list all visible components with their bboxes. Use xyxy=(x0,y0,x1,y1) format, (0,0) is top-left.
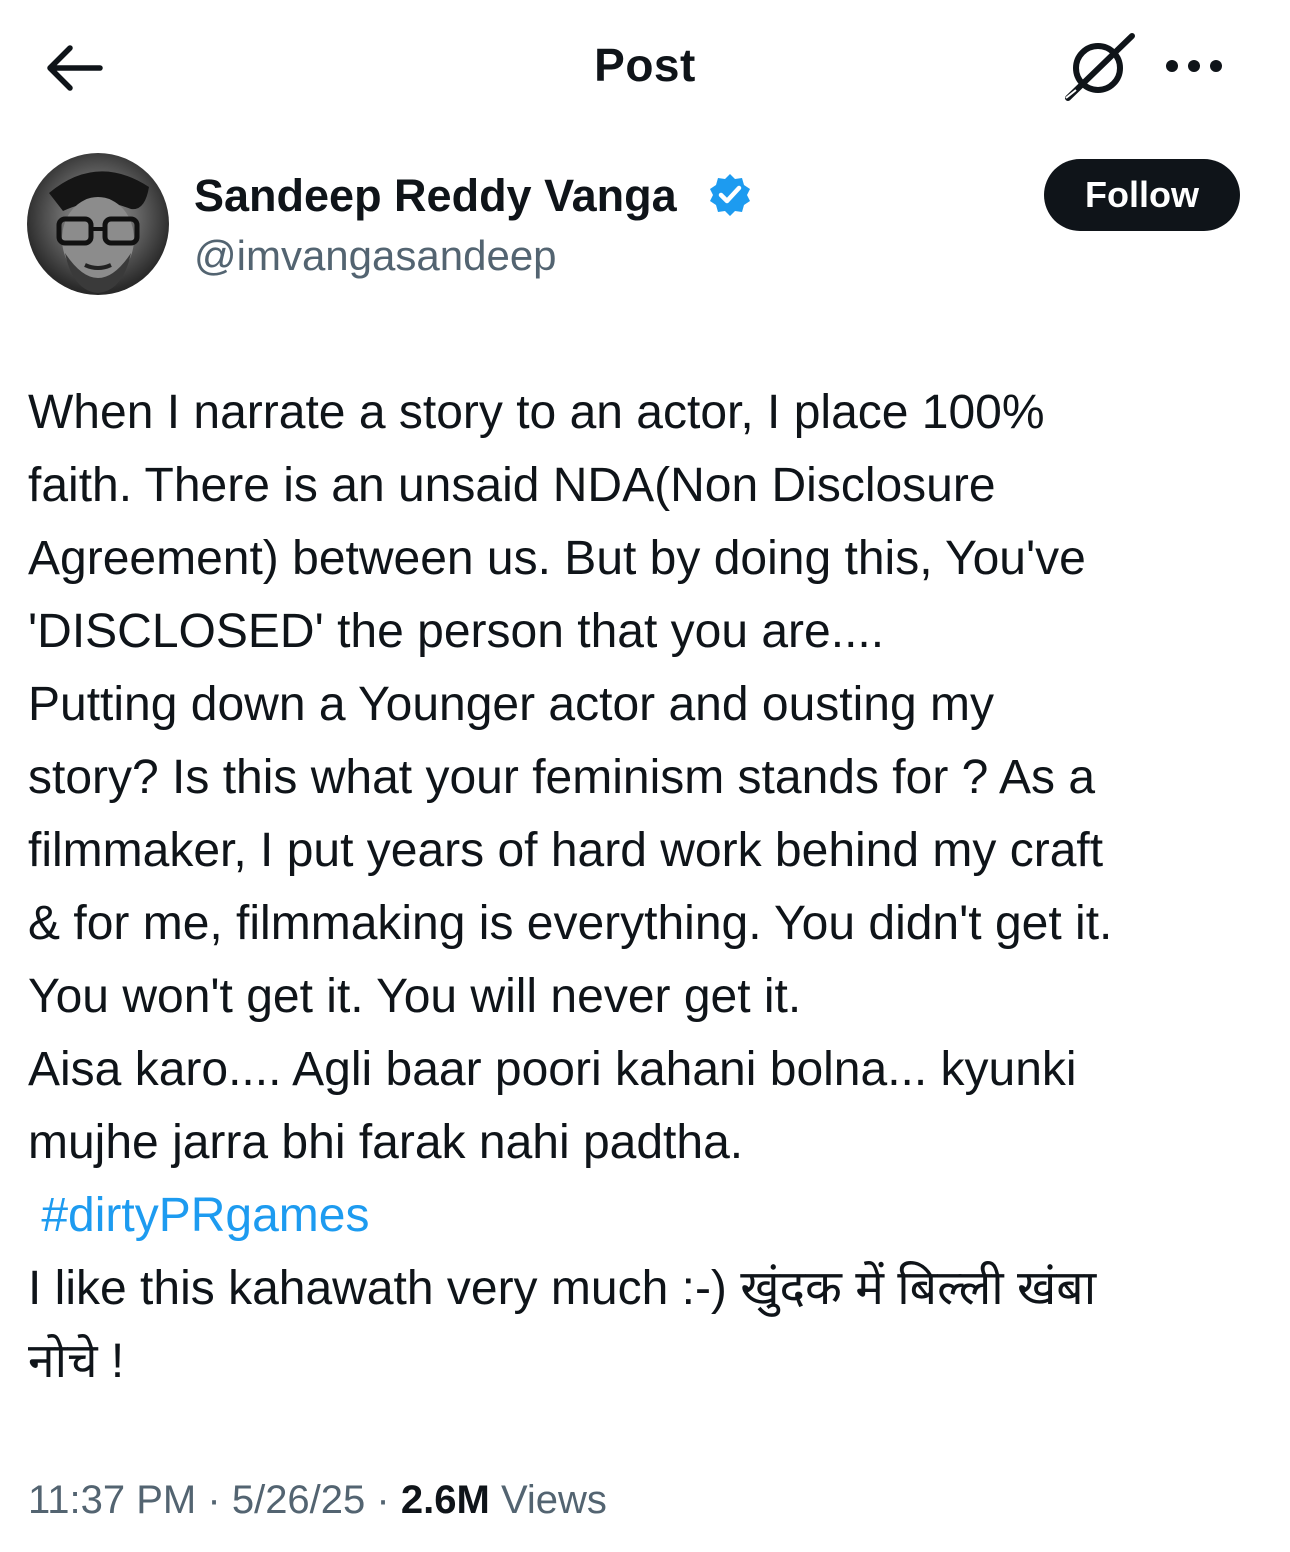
hashtag-link[interactable]: #dirtyPRgames xyxy=(41,1189,369,1242)
tweet-line: Aisa karo.... Agli baar poori kahani bol… xyxy=(28,1043,1077,1096)
author-handle[interactable]: @imvangasandeep xyxy=(194,232,557,280)
more-horizontal-icon xyxy=(1166,60,1222,72)
tweet-line: Agreement) between us. But by doing this… xyxy=(28,532,1086,585)
tweet-line: When I narrate a story to an actor, I pl… xyxy=(28,386,1045,439)
tweet-line: Putting down a Younger actor and ousting… xyxy=(28,678,994,731)
profile-photo-icon xyxy=(49,171,149,293)
grok-button[interactable] xyxy=(1062,32,1138,102)
tweet-line: filmmaker, I put years of hard work behi… xyxy=(28,824,1104,877)
tweet-text: When I narrate a story to an actor, I pl… xyxy=(28,376,1278,1398)
hashtag-line: #dirtyPRgames xyxy=(28,1179,1278,1252)
views-count: 2.6M xyxy=(400,1478,490,1522)
verified-badge-icon xyxy=(707,172,753,218)
top-bar: Post xyxy=(0,0,1290,130)
views-label: Views xyxy=(500,1478,607,1522)
author-display-name[interactable]: Sandeep Reddy Vanga xyxy=(194,170,677,222)
tweet-time[interactable]: 11:37 PM xyxy=(28,1478,196,1522)
tweet-line: I like this kahawath very much :-) खुंदक… xyxy=(28,1262,1097,1315)
tweet-line: faith. There is an unsaid NDA(Non Disclo… xyxy=(28,459,996,512)
meta-separator: · xyxy=(376,1478,390,1522)
tweet-meta: 11:37 PM · 5/26/25 · 2.6M Views xyxy=(28,1478,607,1523)
more-options-button[interactable] xyxy=(1162,46,1226,86)
grok-icon xyxy=(1065,33,1135,101)
tweet-line: You won't get it. You will never get it. xyxy=(28,970,802,1023)
tweet-line: mujhe jarra bhi farak nahi padtha. xyxy=(28,1116,744,1169)
tweet-line: नोचे ! xyxy=(28,1335,125,1388)
tweet-line: story? Is this what your feminism stands… xyxy=(28,751,1096,804)
avatar[interactable] xyxy=(27,153,169,295)
follow-button[interactable]: Follow xyxy=(1044,159,1240,231)
tweet-line: 'DISCLOSED' the person that you are.... xyxy=(28,605,885,658)
tweet-line: & for me, filmmaking is everything. You … xyxy=(28,897,1113,950)
tweet-date[interactable]: 5/26/25 xyxy=(232,1478,365,1522)
meta-separator: · xyxy=(207,1478,221,1522)
